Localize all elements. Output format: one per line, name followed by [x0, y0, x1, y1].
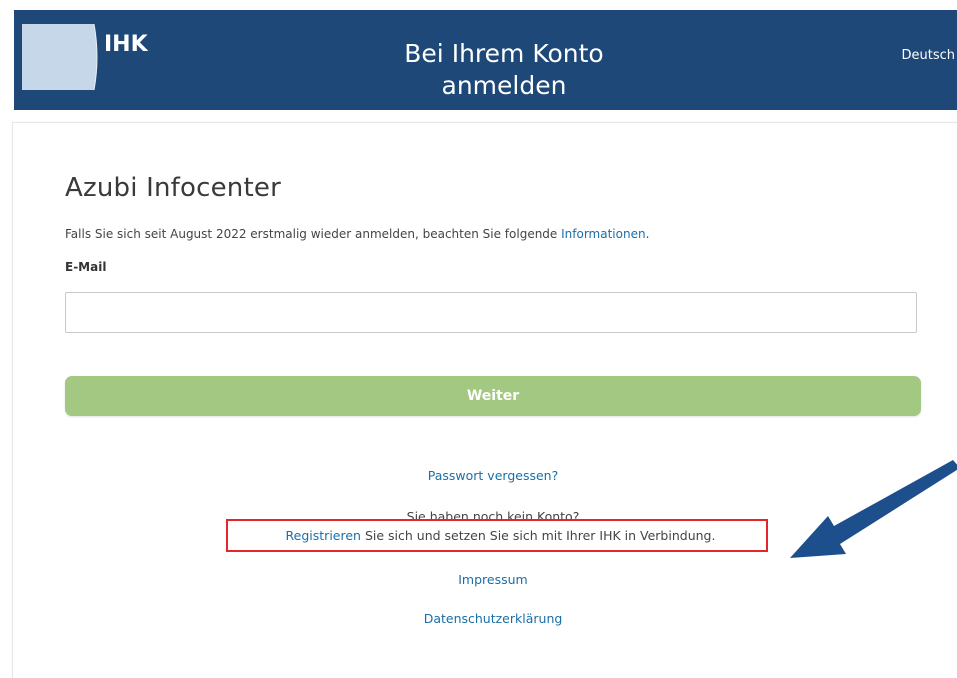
page-title-line-2: anmelden: [441, 71, 567, 100]
page-title: Bei Ihrem Konto anmelden: [314, 38, 694, 102]
info-text-prefix: Falls Sie sich seit August 2022 erstmali…: [65, 227, 562, 241]
info-text: Falls Sie sich seit August 2022 erstmali…: [65, 227, 649, 241]
informationen-link[interactable]: Informationen: [561, 227, 645, 241]
header-bar: IHK Bei Ihrem Konto anmelden Deutsch: [14, 10, 957, 110]
login-card: Azubi Infocenter Falls Sie sich seit Aug…: [12, 122, 957, 678]
logo-text: IHK: [104, 32, 148, 57]
page: IHK Bei Ihrem Konto anmelden Deutsch Azu…: [0, 0, 957, 678]
weiter-button[interactable]: Weiter: [65, 376, 921, 416]
page-title-line-1: Bei Ihrem Konto: [404, 39, 604, 68]
pointer-arrow-icon: [790, 460, 957, 558]
email-field[interactable]: [65, 292, 917, 333]
highlight-box: [226, 519, 768, 552]
privacy-link[interactable]: Datenschutzerklärung: [13, 611, 957, 626]
info-text-suffix: .: [645, 227, 650, 241]
ihk-logo[interactable]: IHK: [22, 24, 149, 90]
email-label: E-Mail: [65, 260, 107, 274]
app-title: Azubi Infocenter: [65, 173, 281, 203]
language-selector[interactable]: Deutsch: [901, 48, 955, 63]
